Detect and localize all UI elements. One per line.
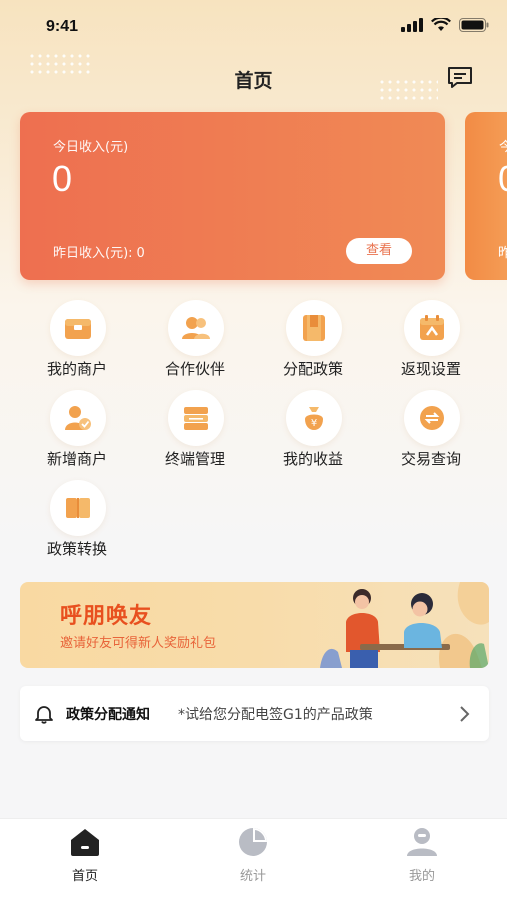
policy-allocation-icon	[286, 300, 342, 356]
partners-icon	[168, 300, 224, 356]
yesterday-income: 昨日收入(元): 0	[53, 242, 145, 261]
tab-profile[interactable]: 我的	[372, 827, 472, 884]
chevron-right-icon	[460, 706, 470, 722]
menu-item-my-merchants[interactable]: 我的商户	[27, 300, 127, 386]
view-button[interactable]: 查看	[346, 238, 412, 264]
policy-conversion-icon	[50, 480, 106, 536]
signal-icon	[401, 18, 423, 32]
home-icon	[71, 829, 99, 856]
menu-item-partners[interactable]: 合作伙伴	[145, 300, 245, 386]
transaction-query-icon	[404, 390, 460, 446]
next-income-card[interactable]: 今 0 昨	[465, 112, 507, 280]
menu-item-transaction-query[interactable]: 交易查询	[381, 390, 481, 476]
svg-text:¥: ¥	[311, 418, 317, 429]
my-earnings-icon: ¥	[286, 390, 342, 446]
page-title: 首页	[234, 70, 273, 92]
navigation-bar: 首页	[0, 56, 507, 100]
today-income-label: 今日收入(元)	[53, 140, 129, 155]
bell-icon	[35, 706, 53, 724]
menu-label: 终端管理	[164, 450, 225, 468]
bottom-tab-bar: 首页 统计 我的	[0, 818, 507, 900]
add-merchant-icon	[50, 390, 106, 446]
menu-label: 我的商户	[46, 360, 107, 378]
tab-home[interactable]: 首页	[35, 827, 135, 884]
menu-item-cashback-settings[interactable]: 返现设置	[381, 300, 481, 386]
invite-friends-banner[interactable]: 呼朋唤友 邀请好友可得新人奖励礼包	[20, 582, 489, 668]
menu-label: 分配政策	[282, 360, 343, 378]
message-icon	[448, 67, 472, 88]
next-card-label: 今	[499, 140, 507, 155]
policy-notice-bar[interactable]: 政策分配通知 *试给您分配电签G1的产品政策	[20, 686, 489, 741]
banner-title: 呼朋唤友	[60, 604, 153, 629]
menu-label: 新增商户	[46, 450, 107, 468]
yesterday-income-label: 昨日收入(元):	[53, 246, 133, 261]
menu-label: 返现设置	[400, 360, 461, 378]
friends-illustration	[320, 582, 489, 668]
battery-icon	[459, 18, 489, 32]
menu-item-my-earnings[interactable]: ¥ 我的收益	[263, 390, 363, 476]
notice-text: *试给您分配电签G1的产品政策	[178, 707, 373, 723]
next-card-value: 0	[498, 158, 507, 200]
today-income-value: 0	[52, 158, 73, 199]
banner-subtitle: 邀请好友可得新人奖励礼包	[60, 636, 217, 651]
menu-label: 我的收益	[282, 450, 343, 468]
tab-label: 我的	[408, 869, 435, 884]
cashback-settings-icon	[404, 300, 460, 356]
tab-statistics[interactable]: 统计	[203, 827, 303, 884]
status-icons	[401, 18, 489, 32]
message-button[interactable]	[447, 66, 473, 90]
menu-item-policy-conversion[interactable]: 政策转换	[27, 480, 127, 566]
terminal-management-icon	[168, 390, 224, 446]
wifi-icon	[431, 18, 451, 31]
status-bar: 9:41	[0, 0, 507, 50]
menu-item-policy-allocation[interactable]: 分配政策	[263, 300, 363, 386]
status-time: 9:41	[46, 18, 79, 35]
tab-label: 统计	[239, 869, 266, 884]
next-card-sub: 昨	[498, 246, 507, 261]
income-card: 今日收入(元) 0 昨日收入(元): 0 查看	[20, 112, 445, 280]
tab-label: 首页	[71, 869, 98, 884]
menu-item-terminal-management[interactable]: 终端管理	[145, 390, 245, 476]
statistics-icon	[239, 828, 267, 856]
menu-label: 政策转换	[46, 540, 107, 558]
merchant-icon	[50, 300, 106, 356]
notice-title: 政策分配通知	[66, 707, 150, 723]
yesterday-income-value: 0	[136, 246, 145, 261]
menu-item-add-merchant[interactable]: 新增商户	[27, 390, 127, 476]
menu-label: 交易查询	[400, 450, 461, 468]
menu-label: 合作伙伴	[164, 360, 225, 378]
profile-icon	[407, 828, 437, 856]
